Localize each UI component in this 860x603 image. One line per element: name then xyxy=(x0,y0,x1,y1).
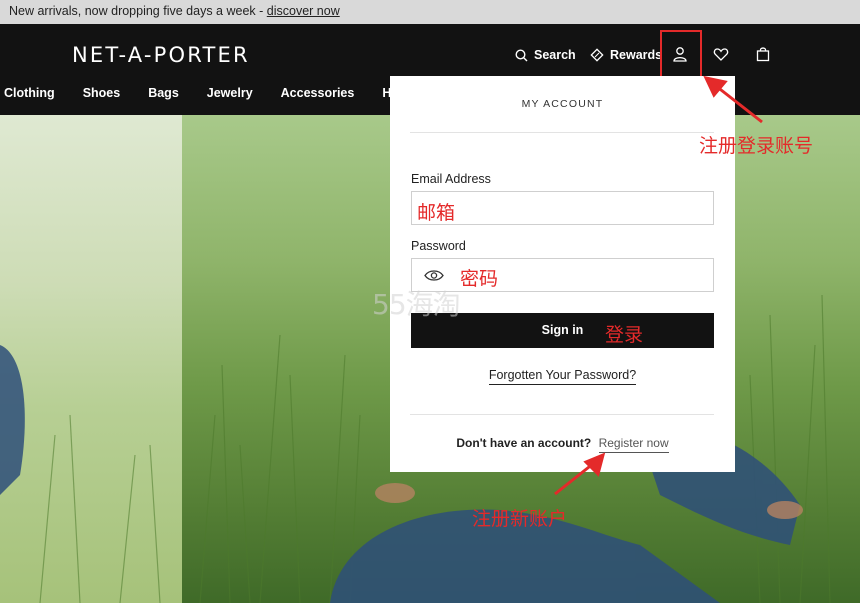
category-nav: Clothing Shoes Bags Jewelry Accessories … xyxy=(0,86,438,104)
nav-item-shoes[interactable]: Shoes xyxy=(83,86,121,104)
register-now-link[interactable]: Register now xyxy=(598,436,669,453)
bag-button[interactable] xyxy=(755,46,771,62)
email-input[interactable] xyxy=(412,192,713,224)
search-icon xyxy=(515,48,528,61)
my-account-panel: MY ACCOUNT Email Address Password Sign i… xyxy=(390,76,735,472)
rewards-label: Rewards xyxy=(610,48,663,62)
nav-item-bags[interactable]: Bags xyxy=(148,86,179,104)
announcement-bar: New arrivals, now dropping five days a w… xyxy=(0,0,860,24)
annotation-signin: 登录 xyxy=(605,324,644,346)
wishlist-button[interactable] xyxy=(713,46,729,62)
rewards-icon xyxy=(590,48,604,62)
eye-icon[interactable] xyxy=(424,269,444,282)
email-field[interactable] xyxy=(411,191,714,225)
rewards-button[interactable]: Rewards xyxy=(590,46,662,64)
annotation-register: 注册新账户 xyxy=(472,508,568,530)
announcement-text: New arrivals, now dropping five days a w… xyxy=(9,4,267,18)
forgot-password-link[interactable]: Forgotten Your Password? xyxy=(488,368,637,385)
discover-now-link[interactable]: discover now xyxy=(267,4,340,18)
forgot-password-row: Forgotten Your Password? xyxy=(390,368,735,385)
annotation-password: 密码 xyxy=(460,268,499,290)
site-logo[interactable]: NET-A-PORTER xyxy=(72,43,250,67)
nav-item-accessories[interactable]: Accessories xyxy=(281,86,355,104)
panel-divider-bottom xyxy=(410,414,714,415)
search-label: Search xyxy=(534,48,576,62)
account-highlight-box xyxy=(660,30,702,79)
register-row: Don't have an account? Register now xyxy=(390,436,735,453)
annotation-email: 邮箱 xyxy=(417,202,456,224)
email-label: Email Address xyxy=(411,172,491,186)
annotation-account: 注册登录账号 xyxy=(699,135,814,157)
panel-divider-top xyxy=(410,132,714,133)
wishlist-icon xyxy=(713,48,729,61)
watermark: 55海淘 xyxy=(372,288,461,321)
no-account-text: Don't have an account? xyxy=(456,436,592,450)
search-button[interactable]: Search xyxy=(515,46,576,64)
nav-item-jewelry[interactable]: Jewelry xyxy=(207,86,253,104)
nav-item-clothing[interactable]: Clothing xyxy=(4,86,55,104)
bag-icon xyxy=(756,47,770,62)
password-label: Password xyxy=(411,239,466,253)
panel-title: MY ACCOUNT xyxy=(521,98,604,110)
